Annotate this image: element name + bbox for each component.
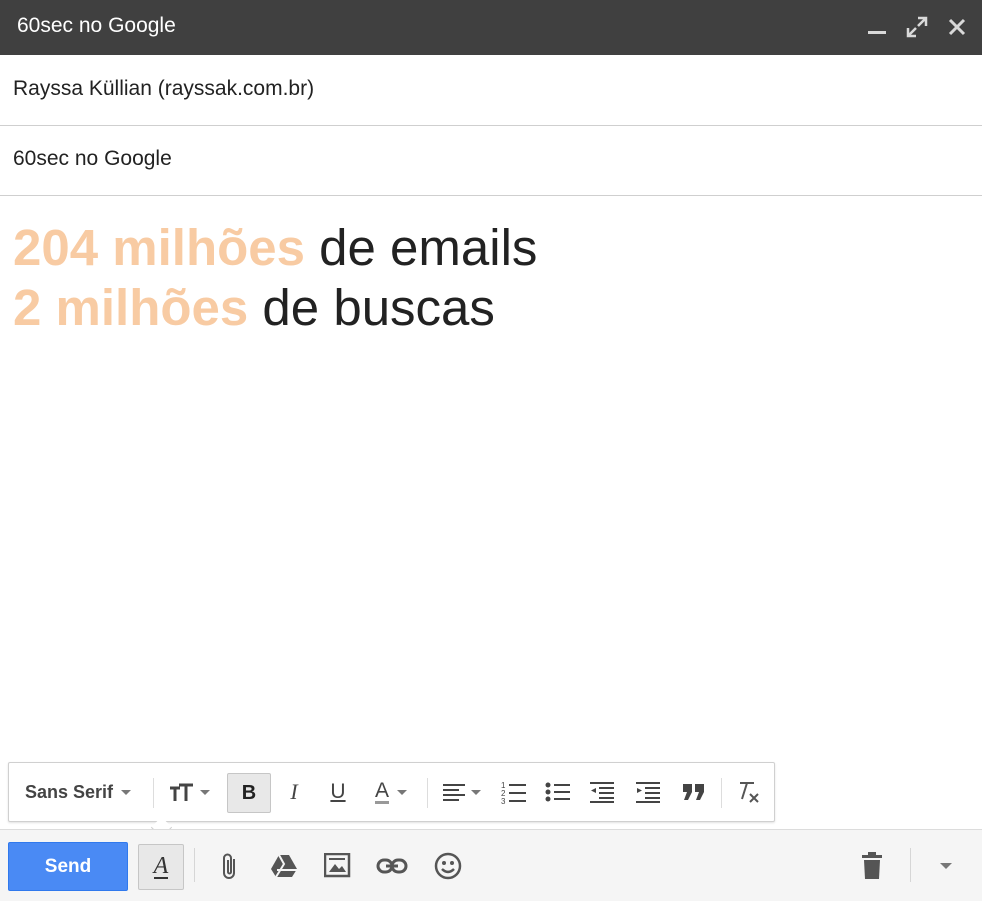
text-color-label: A [374, 778, 389, 804]
font-family-select[interactable]: Sans Serif [17, 773, 157, 811]
expand-icon[interactable] [906, 16, 928, 38]
minimize-icon[interactable] [866, 16, 888, 38]
toolbar-divider [427, 778, 428, 808]
window-title: 60sec no Google [17, 14, 176, 37]
quote-icon [683, 784, 704, 800]
drive-icon [271, 854, 297, 878]
chevron-down-icon [397, 789, 407, 795]
body-text-2: de buscas [248, 279, 495, 336]
indent-less-button[interactable] [581, 773, 623, 811]
chevron-down-icon [121, 789, 132, 795]
align-button[interactable] [433, 773, 489, 811]
italic-label: I [290, 779, 298, 804]
font-family-label: Sans Serif [25, 781, 114, 802]
close-icon[interactable] [946, 16, 968, 38]
svg-text:3: 3 [501, 797, 506, 804]
remove-formatting-button[interactable] [727, 773, 769, 811]
body-highlight-2: 2 milhões [13, 279, 249, 336]
insert-emoji-button[interactable] [426, 844, 470, 888]
font-size-button[interactable] [161, 773, 217, 811]
message-body[interactable]: 204 milhões de emails 2 milhões de busca… [13, 218, 953, 738]
insert-drive-button[interactable] [262, 844, 306, 888]
text-color-button[interactable]: A [363, 773, 419, 811]
discard-draft-button[interactable] [850, 844, 894, 888]
subject-field[interactable]: 60sec no Google [0, 126, 982, 196]
bold-label: B [241, 781, 257, 804]
clear-formatting-icon [740, 782, 759, 803]
action-divider [910, 848, 911, 882]
align-left-icon [442, 784, 465, 801]
paperclip-icon [223, 853, 235, 879]
more-options-button[interactable] [924, 844, 968, 888]
compose-titlebar: 60sec no Google [0, 0, 982, 55]
bulleted-list-icon [545, 782, 570, 802]
toolbar-divider [153, 778, 154, 808]
indent-more-icon [636, 782, 660, 803]
send-button[interactable]: Send [8, 842, 128, 891]
recipient-chip: Rayssa Küllian (rayssak.com.br) [13, 77, 315, 100]
insert-link-button[interactable] [370, 844, 414, 888]
attach-file-button[interactable] [208, 844, 252, 888]
smiley-icon [434, 852, 462, 880]
trash-icon [862, 852, 882, 879]
link-icon [376, 858, 408, 874]
indent-less-icon [590, 782, 614, 803]
formatting-options-button[interactable]: A [138, 844, 184, 890]
body-text-1: de emails [304, 219, 538, 276]
quote-button[interactable] [673, 773, 715, 811]
to-field[interactable]: Rayssa Küllian (rayssak.com.br) [0, 56, 982, 126]
bold-button[interactable]: B [227, 773, 271, 813]
chevron-down-icon [470, 789, 481, 795]
body-line-1: 204 milhões de emails [13, 218, 953, 278]
insert-photo-button[interactable] [316, 844, 360, 888]
chevron-down-icon [199, 789, 210, 795]
chevron-down-icon [940, 863, 952, 869]
bulleted-list-button[interactable] [537, 773, 579, 811]
action-divider [194, 848, 195, 882]
subject-text: 60sec no Google [13, 147, 172, 170]
toolbar-divider [721, 778, 722, 808]
formatting-a-icon: A [153, 853, 169, 879]
compose-action-bar: Send A [0, 829, 982, 901]
underline-label: U [330, 780, 346, 803]
body-highlight-1: 204 milhões [13, 219, 305, 276]
photo-icon [324, 853, 351, 878]
body-line-2: 2 milhões de buscas [13, 278, 953, 338]
italic-button[interactable]: I [273, 773, 315, 811]
numbered-list-icon: 1 2 3 [501, 781, 526, 804]
numbered-list-button[interactable]: 1 2 3 [493, 773, 535, 811]
indent-more-button[interactable] [627, 773, 669, 811]
formatting-toolbar: Sans Serif B I U A 1 2 3 [8, 762, 775, 839]
text-size-icon [169, 783, 193, 801]
underline-button[interactable]: U [317, 773, 359, 811]
